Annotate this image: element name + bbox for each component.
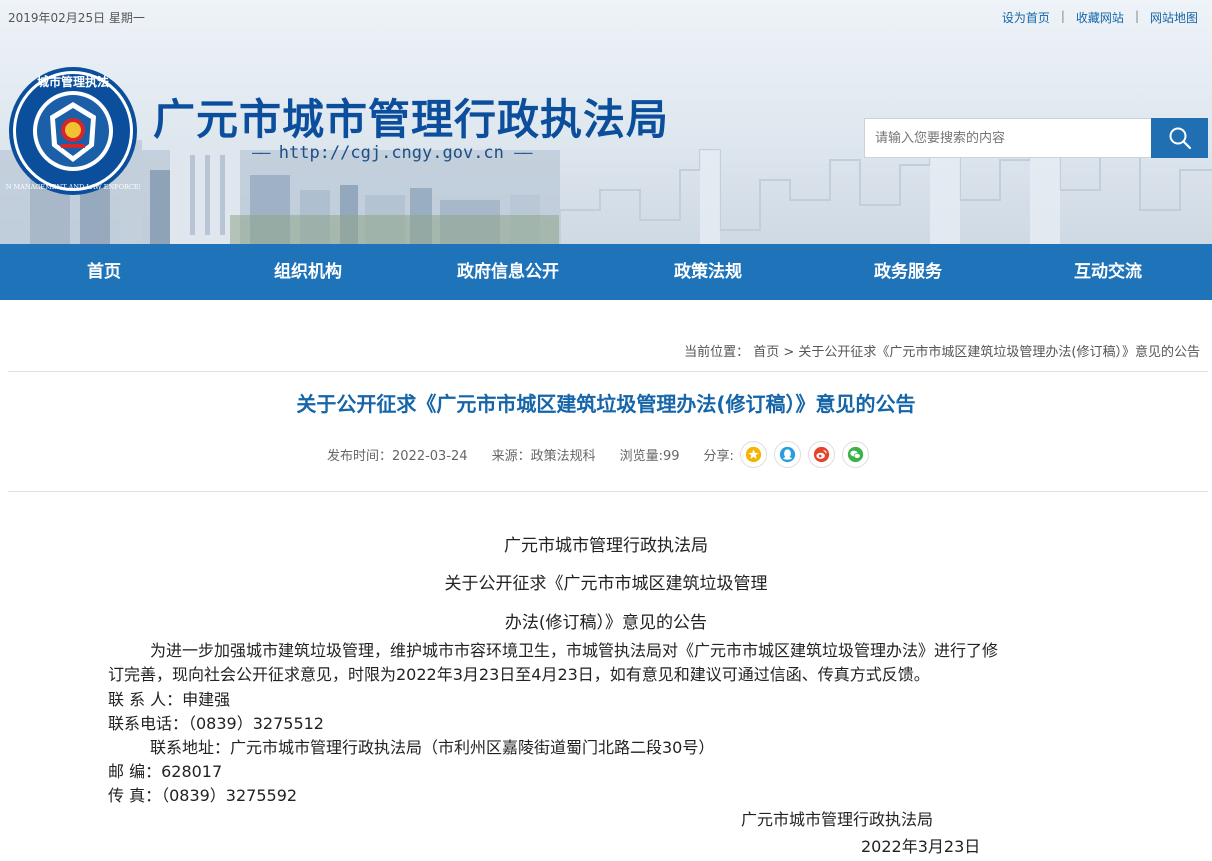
search-input[interactable] [864, 118, 1151, 158]
qq-icon [779, 446, 796, 462]
site-title: 广元市城市管理行政执法局 [153, 95, 670, 144]
view-count: 浏览量:99 [619, 448, 680, 464]
bureau-emblem-logo[interactable]: 城市管理执法 URBAN MANAGEMENT AND LAW ENFORCEM… [6, 64, 140, 198]
search-button[interactable] [1151, 118, 1208, 158]
url-dash-right: —— [514, 143, 533, 163]
share-wechat-button[interactable] [841, 440, 869, 468]
star-icon [745, 446, 762, 462]
share-favorite-button[interactable] [739, 440, 767, 468]
article-meta: 发布时间：2022-03-24 来源：政策法规科 浏览量:99 分享: [327, 440, 876, 468]
nav-services[interactable]: 政务服务 [808, 244, 1008, 300]
breadcrumb-current[interactable]: 关于公开征求《广元市市城区建筑垃圾管理办法(修订稿）》意见的公告 [798, 345, 1200, 360]
main-nav: 首页 组织机构 政府信息公开 政策法规 政务服务 互动交流 [0, 244, 1212, 300]
top-links: 设为首页 | 收藏网站 | 网站地图 [1002, 9, 1198, 26]
svg-text:URBAN MANAGEMENT AND LAW ENFOR: URBAN MANAGEMENT AND LAW ENFORCEMENT [6, 183, 140, 191]
body-heading-line2: 办法(修订稿）》意见的公告 [504, 613, 708, 633]
breadcrumb-home-link[interactable]: 首页 [753, 345, 779, 360]
nav-policies[interactable]: 政策法规 [608, 244, 808, 300]
nav-government-info[interactable]: 政府信息公开 [408, 244, 608, 300]
body-paragraph-line1: 为进一步加强城市建筑垃圾管理，维护城市市容环境卫生，市城管执法局对《广元市市城区… [150, 641, 999, 660]
url-text: http://cgj.cngy.gov.cn [278, 143, 504, 163]
breadcrumb-label: 当前位置： [684, 345, 750, 360]
link-separator: | [1060, 9, 1065, 23]
article-title: 关于公开征求《广元市市城区建筑垃圾管理办法(修订稿）》意见的公告 [296, 392, 916, 416]
publish-time: 发布时间：2022-03-24 [327, 448, 468, 464]
share-label: 分享: [703, 448, 734, 464]
link-separator: | [1134, 9, 1139, 23]
wechat-icon [847, 446, 864, 462]
contact-person: 联 系 人：申建强 [108, 690, 231, 709]
contact-address: 联系地址：广元市城市管理行政执法局（市利州区嘉陵街道蜀门北路二段30号） [150, 738, 715, 757]
url-dash-left: —— [252, 143, 271, 163]
signature-date: 2022年3月23日 [861, 837, 981, 856]
current-date: 2019年02月25日 星期一 [8, 11, 145, 25]
nav-organization[interactable]: 组织机构 [208, 244, 408, 300]
nav-interaction[interactable]: 互动交流 [1008, 244, 1208, 300]
body-heading-line1: 关于公开征求《广元市市城区建筑垃圾管理 [444, 574, 768, 594]
signature-org: 广元市城市管理行政执法局 [741, 810, 934, 829]
set-homepage-link[interactable]: 设为首页 [1002, 9, 1050, 26]
site-header: 2019年02月25日 星期一 设为首页 | 收藏网站 | 网站地图 城市管理执… [0, 0, 1212, 244]
body-org-name: 广元市城市管理行政执法局 [504, 536, 708, 556]
share-qq-button[interactable] [773, 440, 801, 468]
site-url: —— http://cgj.cngy.gov.cn —— [252, 143, 533, 163]
postcode: 邮 编：628017 [108, 762, 223, 781]
divider [8, 371, 1208, 372]
contact-phone: 联系电话：（0839）3275512 [108, 714, 324, 733]
divider [8, 491, 1208, 492]
body-paragraph-line2: 订完善，现向社会公开征求意见，时限为2022年3月23日至4月23日，如有意见和… [108, 665, 930, 684]
breadcrumb: 当前位置： 首页 > 关于公开征求《广元市市城区建筑垃圾管理办法(修订稿）》意见… [684, 341, 1200, 360]
weibo-icon [813, 446, 830, 462]
breadcrumb-arrow: > [783, 345, 795, 360]
search-icon [1169, 127, 1191, 150]
nav-home[interactable]: 首页 [0, 244, 208, 300]
fax: 传 真：（0839）3275592 [108, 786, 298, 805]
article-source: 来源：政策法规科 [491, 448, 596, 464]
sitemap-link[interactable]: 网站地图 [1150, 9, 1198, 26]
share-weibo-button[interactable] [807, 440, 835, 468]
svg-text:城市管理执法: 城市管理执法 [37, 74, 109, 89]
bookmark-site-link[interactable]: 收藏网站 [1076, 9, 1124, 26]
